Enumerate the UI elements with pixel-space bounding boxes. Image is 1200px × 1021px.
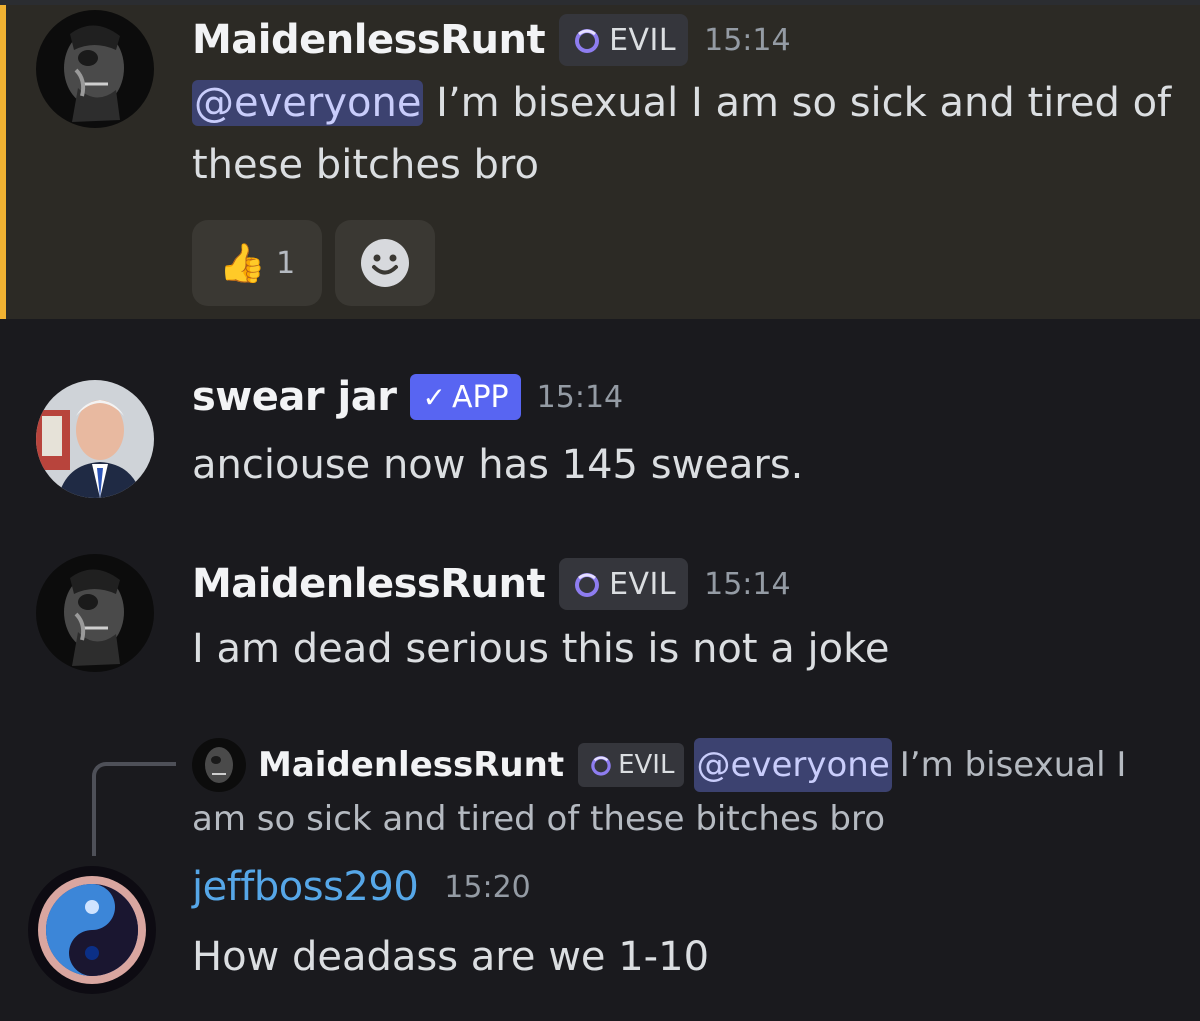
- message-content: @everyone I’m bisexual I am so sick and …: [192, 72, 1171, 134]
- app-badge-label: APP: [451, 379, 509, 415]
- timestamp: 15:14: [536, 379, 624, 415]
- server-tag-label: EVIL: [609, 22, 677, 58]
- reply-preview[interactable]: MaidenlessRunt EVIL @everyone I’m bisexu…: [192, 738, 1182, 846]
- reply-connector: [92, 762, 176, 856]
- chat-view: MaidenlessRunt EVIL 15:14 @everyone I’m …: [0, 0, 1200, 1021]
- app-badge: ✓ APP: [410, 374, 521, 420]
- message-header: MaidenlessRunt EVIL 15:14: [192, 558, 791, 610]
- reply-username: MaidenlessRunt: [258, 745, 565, 785]
- thumbs-up-icon: 👍: [218, 240, 267, 285]
- username[interactable]: swear jar: [192, 374, 397, 420]
- avatar[interactable]: [28, 866, 156, 994]
- reply-mention-everyone: @everyone: [694, 738, 892, 792]
- reply-server-tag-label: EVIL: [618, 750, 675, 780]
- server-tag-label: EVIL: [609, 566, 677, 602]
- moon-icon: [575, 573, 600, 597]
- moon-icon: [575, 29, 600, 53]
- add-reaction-button[interactable]: [335, 220, 435, 306]
- message-text-line: these bitches bro: [192, 142, 539, 188]
- message-content: How deadass are we 1-10: [192, 934, 710, 980]
- mention-everyone[interactable]: @everyone: [192, 80, 424, 126]
- reply-text-continued: am so sick and tired of these bitches br…: [192, 799, 885, 839]
- reaction-count: 1: [276, 245, 296, 281]
- username[interactable]: jeffboss290: [192, 864, 419, 910]
- moon-icon: [591, 756, 611, 776]
- message-content: anciouse now has 145 swears.: [192, 442, 804, 488]
- message-content: I am dead serious this is not a joke: [192, 626, 890, 672]
- message-header: swear jar ✓ APP 15:14: [192, 374, 623, 420]
- avatar[interactable]: [36, 10, 154, 128]
- message-header: jeffboss290 15:20: [192, 864, 531, 910]
- message-text-line: I’m bisexual I am so sick and tired of: [423, 80, 1172, 126]
- server-tag[interactable]: EVIL: [559, 14, 689, 66]
- timestamp: 15:14: [704, 566, 791, 602]
- timestamp: 15:20: [444, 869, 531, 905]
- username[interactable]: MaidenlessRunt: [192, 17, 546, 63]
- reply-server-tag: EVIL: [578, 743, 685, 787]
- smiley-icon: [361, 239, 409, 287]
- avatar[interactable]: [36, 554, 154, 672]
- timestamp: 15:14: [704, 22, 791, 58]
- reaction-thumbs-up[interactable]: 👍 1: [192, 220, 322, 306]
- server-tag[interactable]: EVIL: [559, 558, 689, 610]
- mention-highlight-bar: [0, 5, 6, 319]
- check-icon: ✓: [422, 380, 446, 414]
- username[interactable]: MaidenlessRunt: [192, 561, 546, 607]
- message-header: MaidenlessRunt EVIL 15:14: [192, 14, 791, 66]
- reply-avatar: [192, 738, 246, 792]
- avatar[interactable]: [36, 380, 154, 498]
- reply-text: I’m bisexual I: [899, 745, 1127, 785]
